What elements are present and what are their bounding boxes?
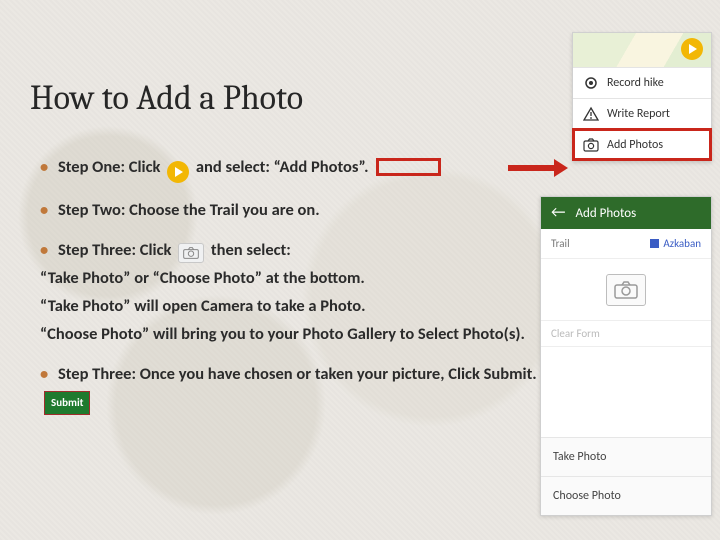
bullet-icon: • [40,240,48,260]
map-thumbnail [573,33,711,67]
camera-icon [583,137,599,153]
menu-item-write-report[interactable]: Write Report [573,98,711,129]
bullet-icon: • [40,364,48,384]
app-header: ← Add Photos [541,197,711,229]
step-three-line2: “Take Photo” will open Camera to take a … [40,295,550,319]
camera-icon [178,243,204,263]
bottom-sheet: Take Photo Choose Photo [541,437,711,515]
menu-item-label: Record hike [607,76,664,90]
camera-icon [606,274,646,306]
submit-button[interactable]: Submit [44,391,90,415]
step-four-text: Step Three: Once you have chosen or take… [58,364,537,384]
step-one: • Step One: Click and select: “Add Photo… [40,156,550,183]
step-three-line1: “Take Photo” or “Choose Photo” at the bo… [40,267,550,291]
step-four: • Step Three: Once you have chosen or ta… [40,363,550,415]
phone-menu-screenshot: Record hike Write Report Add Photos [572,32,712,161]
trail-value: Azkaban [650,237,701,250]
app-header-title: Add Photos [575,206,636,221]
bullet-icon: • [40,157,48,177]
step-three-line3: “Choose Photo” will bring you to your Ph… [40,323,550,347]
warning-icon [583,106,599,122]
step-three-lead: • Step Three: Click then select: [40,239,550,263]
slide: How to Add a Photo • Step One: Click and… [0,0,720,540]
instructions: • Step One: Click and select: “Add Photo… [40,156,550,431]
arrow-right-icon [508,161,568,175]
spacer [541,347,711,437]
highlight-box-icon [376,158,441,176]
option-take-photo[interactable]: Take Photo [541,437,711,476]
record-icon [583,75,599,91]
add-photos-screenshot: ← Add Photos Trail Azkaban Clear Form Ta… [540,196,712,516]
trail-marker-icon [650,239,659,248]
menu-item-label: Write Report [607,107,670,121]
menu-item-label: Add Photos [607,138,663,152]
step-one-text-a: Step One: Click [58,157,160,177]
add-photo-area[interactable] [541,259,711,321]
trail-label: Trail [551,237,570,250]
bullet-icon: • [40,200,48,220]
step-three-text-b: then select: [211,240,291,260]
menu-item-record-hike[interactable]: Record hike [573,67,711,98]
step-one-text-b: and select: “Add Photos”. [196,157,369,177]
play-icon[interactable] [681,38,703,60]
menu-item-add-photos[interactable]: Add Photos [573,129,711,160]
option-choose-photo[interactable]: Choose Photo [541,476,711,515]
step-two: • Step Two: Choose the Trail you are on. [40,199,550,223]
trail-value-text: Azkaban [663,237,701,250]
clear-form-link[interactable]: Clear Form [541,321,711,347]
page-title: How to Add a Photo [30,78,303,118]
trail-field[interactable]: Trail Azkaban [541,229,711,259]
step-two-text: Step Two: Choose the Trail you are on. [58,200,320,220]
back-arrow-icon[interactable]: ← [551,205,565,221]
step-three-text-a: Step Three: Click [58,240,171,260]
play-icon [167,161,189,183]
